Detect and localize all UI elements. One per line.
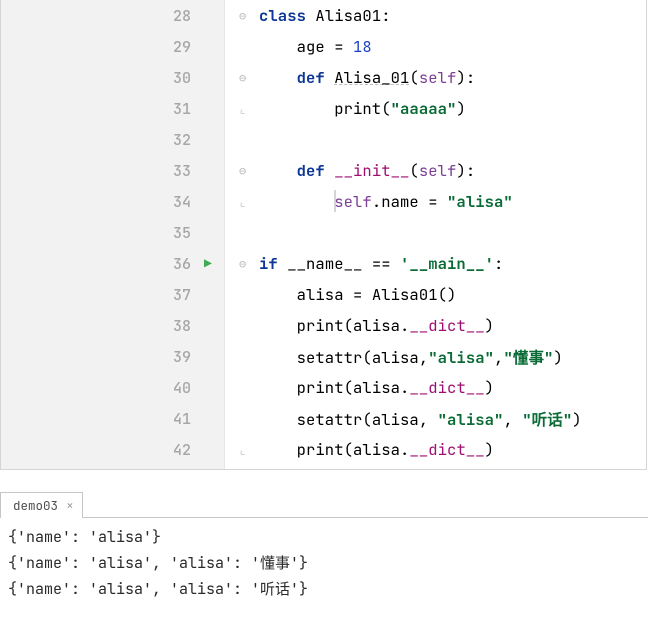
code-line[interactable]: 32: [1, 124, 646, 155]
code-line[interactable]: 30 def Alisa_01(self):: [1, 62, 646, 93]
code-line[interactable]: 28 class Alisa01:: [1, 0, 646, 31]
code-line[interactable]: 39 setattr(alisa,"alisa","懂事"): [1, 341, 646, 372]
code-text: setattr(alisa,"alisa","懂事"): [259, 346, 563, 368]
code-line[interactable]: 37 alisa = Alisa01(): [1, 279, 646, 310]
code-text: age = 18: [259, 36, 372, 57]
code-line[interactable]: 42 print(alisa.__dict__): [1, 434, 646, 465]
output-tab-label: demo03: [13, 497, 58, 514]
run-icon[interactable]: ▶: [204, 257, 212, 270]
line-number: 40: [1, 378, 197, 398]
code-line[interactable]: 38 print(alisa.__dict__): [1, 310, 646, 341]
output-tab[interactable]: demo03 ×: [0, 492, 83, 518]
output-tab-bar: demo03 ×: [0, 492, 648, 518]
console-line: {'name': 'alisa'}: [8, 524, 640, 550]
code-text: print(alisa.__dict__): [259, 439, 494, 460]
code-line[interactable]: 34 self.name = "alisa": [1, 186, 646, 217]
code-text: def __init__(self):: [259, 160, 475, 181]
code-text: setattr(alisa, "alisa", "听话"): [259, 408, 582, 430]
line-number: 30: [1, 68, 197, 88]
code-text: print(alisa.__dict__): [259, 377, 494, 398]
code-text: def Alisa_01(self):: [259, 67, 475, 88]
close-icon[interactable]: ×: [66, 497, 74, 514]
line-number: 28: [1, 6, 197, 26]
code-line[interactable]: 31 print("aaaaa"): [1, 93, 646, 124]
code-text: self.name = "alisa": [259, 191, 513, 212]
line-number: 35: [1, 223, 197, 243]
line-number: 37: [1, 285, 197, 305]
line-number: 33: [1, 161, 197, 181]
code-text: print(alisa.__dict__): [259, 315, 494, 336]
code-line[interactable]: 36 ▶ if __name__ == '__main__':: [1, 248, 646, 279]
console-line: {'name': 'alisa', 'alisa': '听话'}: [8, 576, 640, 602]
line-number: 41: [1, 409, 197, 429]
code-line[interactable]: 35: [1, 217, 646, 248]
line-number: 38: [1, 316, 197, 336]
code-text: if __name__ == '__main__':: [259, 253, 503, 274]
code-line[interactable]: 33 def __init__(self):: [1, 155, 646, 186]
code-editor[interactable]: ⊖⊖⌞⊖⌞⊖⌞ 28class Alisa01:29 age = 1830 de…: [0, 0, 647, 470]
code-line[interactable]: 29 age = 18: [1, 31, 646, 62]
line-number: 36: [1, 254, 197, 274]
code-line[interactable]: 41 setattr(alisa, "alisa", "听话"): [1, 403, 646, 434]
line-number: 34: [1, 192, 197, 212]
console-line: {'name': 'alisa', 'alisa': '懂事'}: [8, 550, 640, 576]
console-output[interactable]: {'name': 'alisa'}{'name': 'alisa', 'alis…: [0, 518, 648, 602]
code-text: print("aaaaa"): [259, 98, 466, 119]
line-number: 42: [1, 440, 197, 460]
line-number: 32: [1, 130, 197, 150]
code-text: alisa = Alisa01(): [259, 284, 456, 305]
code-line[interactable]: 40 print(alisa.__dict__): [1, 372, 646, 403]
line-number: 31: [1, 99, 197, 119]
code-text: class Alisa01:: [259, 5, 391, 26]
line-number: 29: [1, 37, 197, 57]
line-number: 39: [1, 347, 197, 367]
